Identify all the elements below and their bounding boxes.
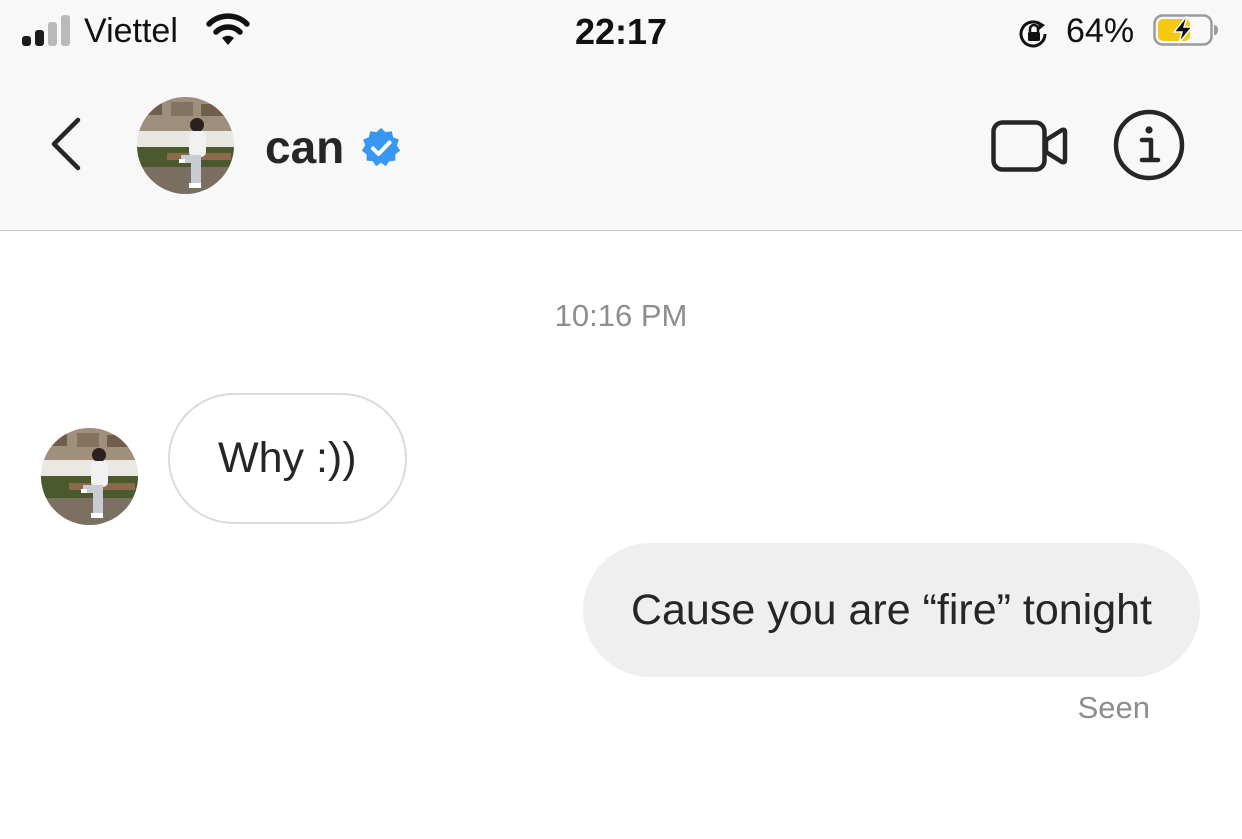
- seen-indicator: Seen: [1077, 690, 1150, 725]
- incoming-message-bubble[interactable]: Why :)): [168, 393, 407, 524]
- avatar[interactable]: [137, 97, 234, 194]
- video-call-icon[interactable]: [990, 116, 1068, 176]
- status-bar: Viettel 22:17 64%: [0, 0, 1242, 66]
- outgoing-message-bubble[interactable]: Cause you are “fire” tonight: [582, 543, 1200, 677]
- chevron-left-icon[interactable]: [44, 114, 88, 174]
- rotation-lock-icon: [1019, 20, 1047, 48]
- sender-avatar[interactable]: [41, 428, 138, 525]
- status-time: 22:17: [574, 11, 668, 52]
- conversation-username[interactable]: can: [265, 120, 344, 174]
- info-icon[interactable]: [1112, 108, 1186, 182]
- battery-charging-icon: [1153, 14, 1218, 46]
- verified-badge-icon: [361, 128, 401, 167]
- battery-percentage: 64%: [1066, 12, 1135, 50]
- message-timestamp: 10:16 PM: [554, 298, 688, 333]
- conversation-header: can: [0, 66, 1242, 231]
